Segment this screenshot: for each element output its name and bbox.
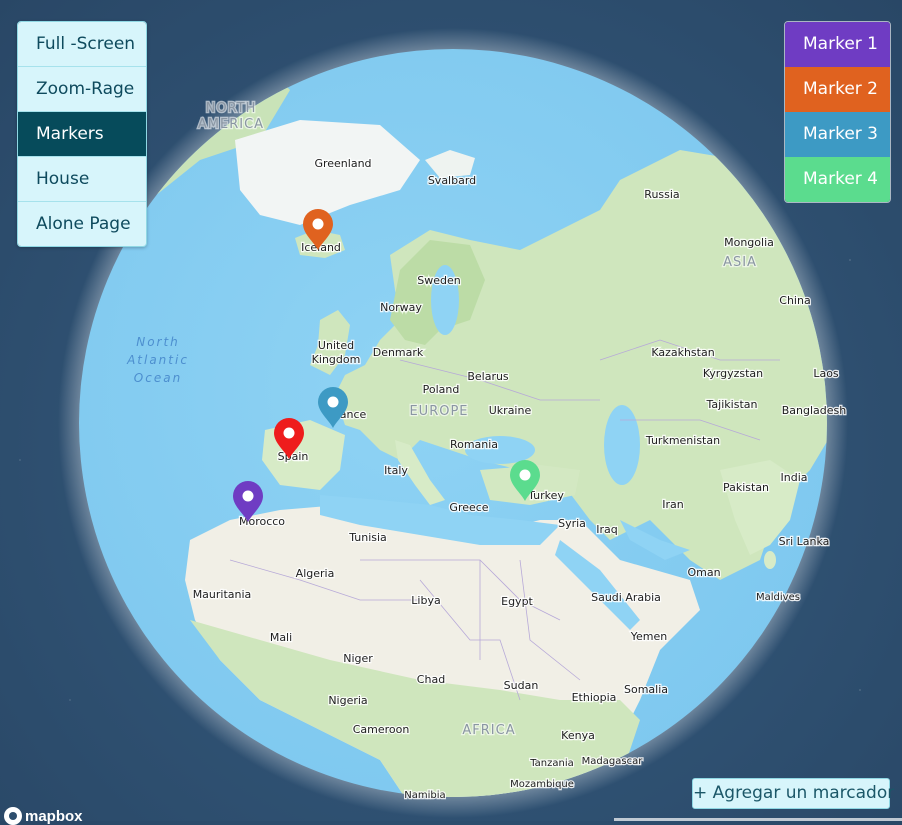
marker-3-button[interactable]: Marker 3 [785, 112, 890, 157]
label-asia: ASIA [723, 255, 757, 270]
label-north-america-1: NORTH [206, 101, 257, 116]
label-denmark: Denmark [373, 346, 424, 359]
nav-item-alone-page[interactable]: Alone Page [18, 202, 146, 246]
mapbox-logo-icon [4, 807, 22, 825]
label-africa: AFRICA [462, 723, 515, 738]
map-pin-dot [312, 218, 324, 230]
label-russia: Russia [644, 188, 679, 201]
label-nigeria: Nigeria [328, 694, 367, 707]
label-chad: Chad [417, 673, 445, 686]
label-belarus: Belarus [467, 370, 509, 383]
map-pin-dot [519, 469, 531, 481]
label-sri-lanka: Sri Lanka [779, 535, 830, 548]
label-bangladesh: Bangladesh [782, 404, 847, 417]
label-kenya: Kenya [561, 729, 595, 742]
label-china: China [779, 294, 810, 307]
marker-2-button[interactable]: Marker 2 [785, 67, 890, 112]
map-pin-dot [283, 427, 295, 439]
label-ethiopia: Ethiopia [572, 691, 617, 704]
land-sri-lanka [764, 551, 776, 569]
label-yemen: Yemen [630, 630, 668, 643]
label-turkmenistan: Turkmenistan [645, 434, 720, 447]
label-niger: Niger [343, 652, 373, 665]
map-pin-dot [242, 490, 254, 502]
label-algeria: Algeria [296, 567, 335, 580]
label-oman: Oman [687, 566, 720, 579]
label-namibia: Namibia [404, 790, 445, 801]
add-marker-button[interactable]: + Agregar un marcador [692, 778, 894, 809]
nav-item-zoom-rage[interactable]: Zoom-Rage [18, 67, 146, 112]
label-ocean-3: Ocean [134, 371, 182, 385]
nav-item-house[interactable]: House [18, 157, 146, 202]
label-sudan: Sudan [504, 679, 539, 692]
label-greece: Greece [449, 501, 488, 514]
label-somalia: Somalia [624, 683, 668, 696]
label-cameroon: Cameroon [353, 723, 410, 736]
label-italy: Italy [384, 464, 408, 477]
label-saudi-arabia: Saudi Arabia [591, 591, 661, 604]
label-svalbard: Svalbard [428, 174, 476, 187]
label-mali: Mali [270, 631, 292, 644]
label-ukraine: Ukraine [489, 404, 532, 417]
label-sweden: Sweden [417, 274, 460, 287]
label-mozambique: Mozambique [510, 779, 574, 790]
mapbox-logo[interactable]: mapbox [4, 807, 83, 825]
label-tajikistan: Tajikistan [706, 398, 758, 411]
label-libya: Libya [411, 594, 440, 607]
nav-item-full-screen[interactable]: Full -Screen [18, 22, 146, 67]
label-europe: EUROPE [409, 404, 468, 419]
label-syria: Syria [558, 517, 586, 530]
label-uk-2: Kingdom [312, 353, 361, 366]
label-tunisia: Tunisia [348, 531, 387, 544]
label-iran: Iran [662, 498, 684, 511]
label-kyrgyzstan: Kyrgyzstan [703, 367, 763, 380]
label-mauritania: Mauritania [193, 588, 252, 601]
label-iraq: Iraq [596, 523, 618, 536]
label-madagascar: Madagascar [582, 756, 644, 767]
label-poland: Poland [423, 383, 460, 396]
label-laos: Laos [813, 367, 839, 380]
label-north-america-2: AMERICA [198, 117, 264, 132]
label-pakistan: Pakistan [723, 481, 769, 494]
label-ocean-1: North [136, 335, 180, 349]
label-romania: Romania [450, 438, 498, 451]
map-pin-dot [327, 396, 339, 408]
label-turkey: Turkey [527, 489, 564, 502]
marker-1-button[interactable]: Marker 1 [785, 22, 890, 67]
label-maldives: Maldives [756, 592, 800, 603]
label-tanzania: Tanzania [529, 758, 574, 769]
label-norway: Norway [380, 301, 422, 314]
label-greenland: Greenland [314, 157, 371, 170]
marker-button-group: Marker 1 Marker 2 Marker 3 Marker 4 [784, 21, 891, 203]
left-nav-menu: Full -Screen Zoom-Rage Markers House Alo… [17, 21, 147, 247]
caspian-sea [604, 405, 640, 485]
nav-item-markers[interactable]: Markers [18, 112, 146, 157]
label-mongolia: Mongolia [724, 236, 774, 249]
label-india: India [781, 471, 808, 484]
label-ocean-2: Atlantic [126, 353, 189, 367]
label-uk-1: United [318, 339, 354, 352]
mapbox-logo-text: mapbox [25, 807, 83, 825]
label-egypt: Egypt [501, 595, 533, 608]
label-kazakhstan: Kazakhstan [651, 346, 714, 359]
marker-4-button[interactable]: Marker 4 [785, 157, 890, 202]
